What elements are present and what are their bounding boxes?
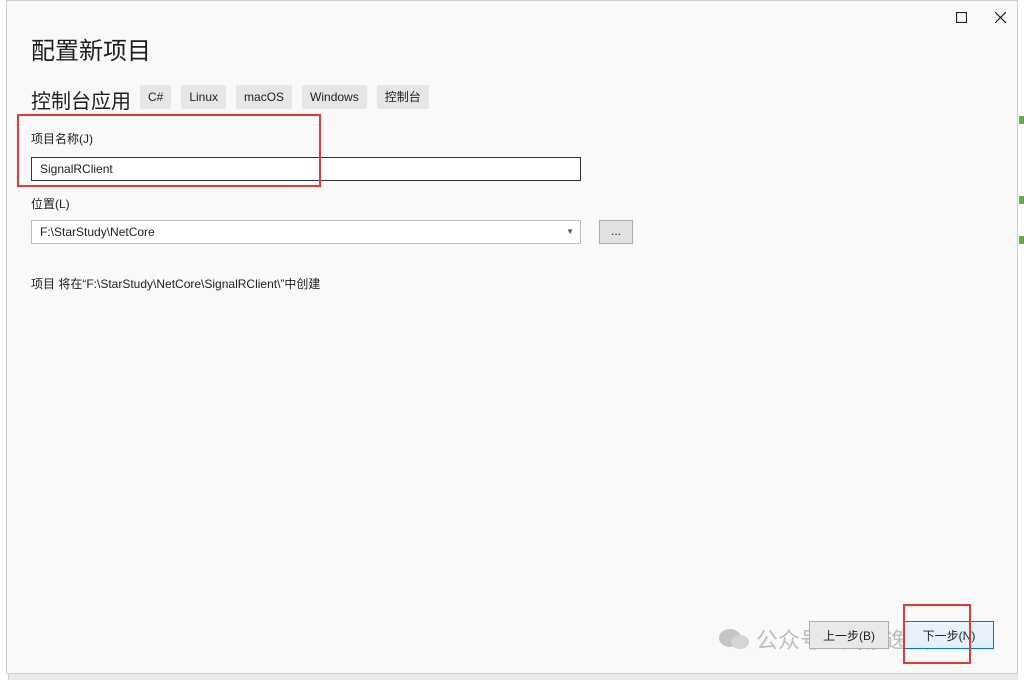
- browse-button[interactable]: ...: [599, 220, 633, 244]
- chevron-down-icon[interactable]: ▼: [566, 221, 574, 243]
- tag-csharp: C#: [140, 85, 172, 109]
- background-marker: [1019, 116, 1024, 124]
- back-button[interactable]: 上一步(B): [809, 621, 889, 649]
- highlight-box-next-button: [903, 604, 971, 664]
- location-combobox[interactable]: F:\StarStudy\NetCore ▼: [31, 220, 581, 244]
- maximize-icon: [955, 11, 967, 23]
- dialog-title: 配置新项目: [31, 38, 151, 65]
- tag-windows: Windows: [302, 85, 367, 109]
- background-window-right: [1018, 0, 1024, 680]
- tag-console: 控制台: [376, 85, 429, 109]
- creation-path-note: 项目 将在“F:\StarStudy\NetCore\SignalRClient…: [31, 277, 321, 291]
- wechat-icon: [719, 629, 749, 649]
- location-label: 位置(L): [31, 197, 70, 211]
- template-name: 控制台应用: [31, 91, 131, 113]
- background-marker: [1019, 236, 1024, 244]
- template-tags: C# Linux macOS Windows 控制台: [140, 85, 429, 109]
- background-marker: [1019, 196, 1024, 204]
- close-icon: [994, 11, 1006, 23]
- configure-project-dialog: 配置新项目 控制台应用 C# Linux macOS Windows 控制台 项…: [6, 0, 1018, 674]
- location-value: F:\StarStudy\NetCore: [40, 225, 155, 239]
- maximize-button[interactable]: [947, 5, 975, 29]
- highlight-box-project-name: [17, 114, 321, 187]
- close-button[interactable]: [986, 5, 1014, 29]
- tag-linux: Linux: [181, 85, 227, 109]
- tag-macos: macOS: [236, 85, 293, 109]
